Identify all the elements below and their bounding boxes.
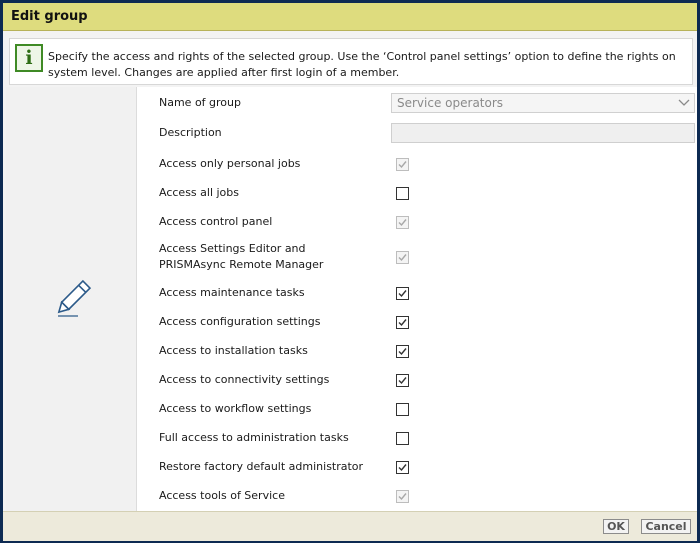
permission-checkbox[interactable]: [396, 432, 409, 445]
dialog-footer: OK Cancel: [3, 511, 697, 541]
check-icon: [398, 290, 407, 298]
permission-checkbox: [396, 251, 409, 264]
permission-label-line: Access configuration settings: [159, 315, 321, 328]
permission-checkbox[interactable]: [396, 345, 409, 358]
permission-label: Access maintenance tasks: [159, 285, 379, 301]
info-text-line-1: Specify the access and rights of the sel…: [48, 50, 676, 63]
permission-label-line: Access to workflow settings: [159, 402, 312, 415]
permission-label: Access to installation tasks: [159, 343, 379, 359]
permission-label: Access all jobs: [159, 185, 379, 201]
check-icon: [398, 464, 407, 472]
info-text-line-2: system level. Changes are applied after …: [48, 66, 400, 79]
permission-label-line: PRISMAsync Remote Manager: [159, 258, 324, 271]
permission-label-line: Access only personal jobs: [159, 157, 301, 170]
permission-label: Access to workflow settings: [159, 401, 379, 417]
group-name-select[interactable]: Service operators: [391, 93, 695, 113]
permission-label: Restore factory default administrator: [159, 459, 379, 475]
pencil-icon: [57, 279, 92, 317]
group-name-label: Name of group: [159, 96, 241, 109]
group-name-value: Service operators: [397, 96, 504, 110]
permission-label-line: Access maintenance tasks: [159, 286, 305, 299]
info-panel: i Specify the access and rights of the s…: [9, 38, 693, 85]
group-form: Name of group Service operators Descript…: [137, 87, 697, 511]
left-icon-panel: [6, 87, 137, 511]
permission-label: Access only personal jobs: [159, 156, 379, 172]
permission-label: Access control panel: [159, 214, 379, 230]
permission-label-line: Full access to administration tasks: [159, 431, 349, 444]
check-icon: [398, 348, 407, 356]
title-bar: Edit group: [3, 3, 697, 31]
check-icon: [398, 377, 407, 385]
check-icon: [398, 254, 407, 262]
info-text: Specify the access and rights of the sel…: [48, 49, 688, 81]
dialog-title: Edit group: [11, 9, 88, 24]
permission-checkbox[interactable]: [396, 461, 409, 474]
permission-label-line: Access all jobs: [159, 186, 240, 199]
info-icon: i: [15, 44, 43, 72]
check-icon: [398, 219, 407, 227]
edit-group-dialog: Edit group i Specify the access and righ…: [0, 0, 700, 543]
permission-checkbox[interactable]: [396, 316, 409, 329]
cancel-button[interactable]: Cancel: [641, 519, 691, 534]
permission-label-line: Restore factory default administrator: [159, 460, 364, 473]
ok-button[interactable]: OK: [603, 519, 629, 534]
permission-checkbox[interactable]: [396, 287, 409, 300]
permission-checkbox: [396, 158, 409, 171]
permission-label-line: Access to connectivity settings: [159, 373, 330, 386]
chevron-down-icon: [678, 99, 690, 106]
permission-label-line: Access Settings Editor and: [159, 242, 306, 255]
permission-checkbox[interactable]: [396, 374, 409, 387]
permission-checkbox[interactable]: [396, 403, 409, 416]
permission-checkbox: [396, 490, 409, 503]
permission-label: Access configuration settings: [159, 314, 379, 330]
permission-label: Access Settings Editor and PRISMAsync Rem…: [159, 241, 379, 273]
permission-checkbox[interactable]: [396, 187, 409, 200]
permission-label-line: Access to installation tasks: [159, 344, 308, 357]
permission-label: Full access to administration tasks: [159, 430, 379, 446]
permission-label-line: Access control panel: [159, 215, 273, 228]
permission-label-line: Access tools of Service: [159, 489, 285, 502]
permission-label: Access to connectivity settings: [159, 372, 379, 388]
description-input[interactable]: [391, 123, 695, 143]
description-label: Description: [159, 126, 222, 139]
check-icon: [398, 161, 407, 169]
permission-label: Access tools of Service: [159, 488, 379, 504]
check-icon: [398, 319, 407, 327]
permission-checkbox: [396, 216, 409, 229]
check-icon: [398, 493, 407, 501]
